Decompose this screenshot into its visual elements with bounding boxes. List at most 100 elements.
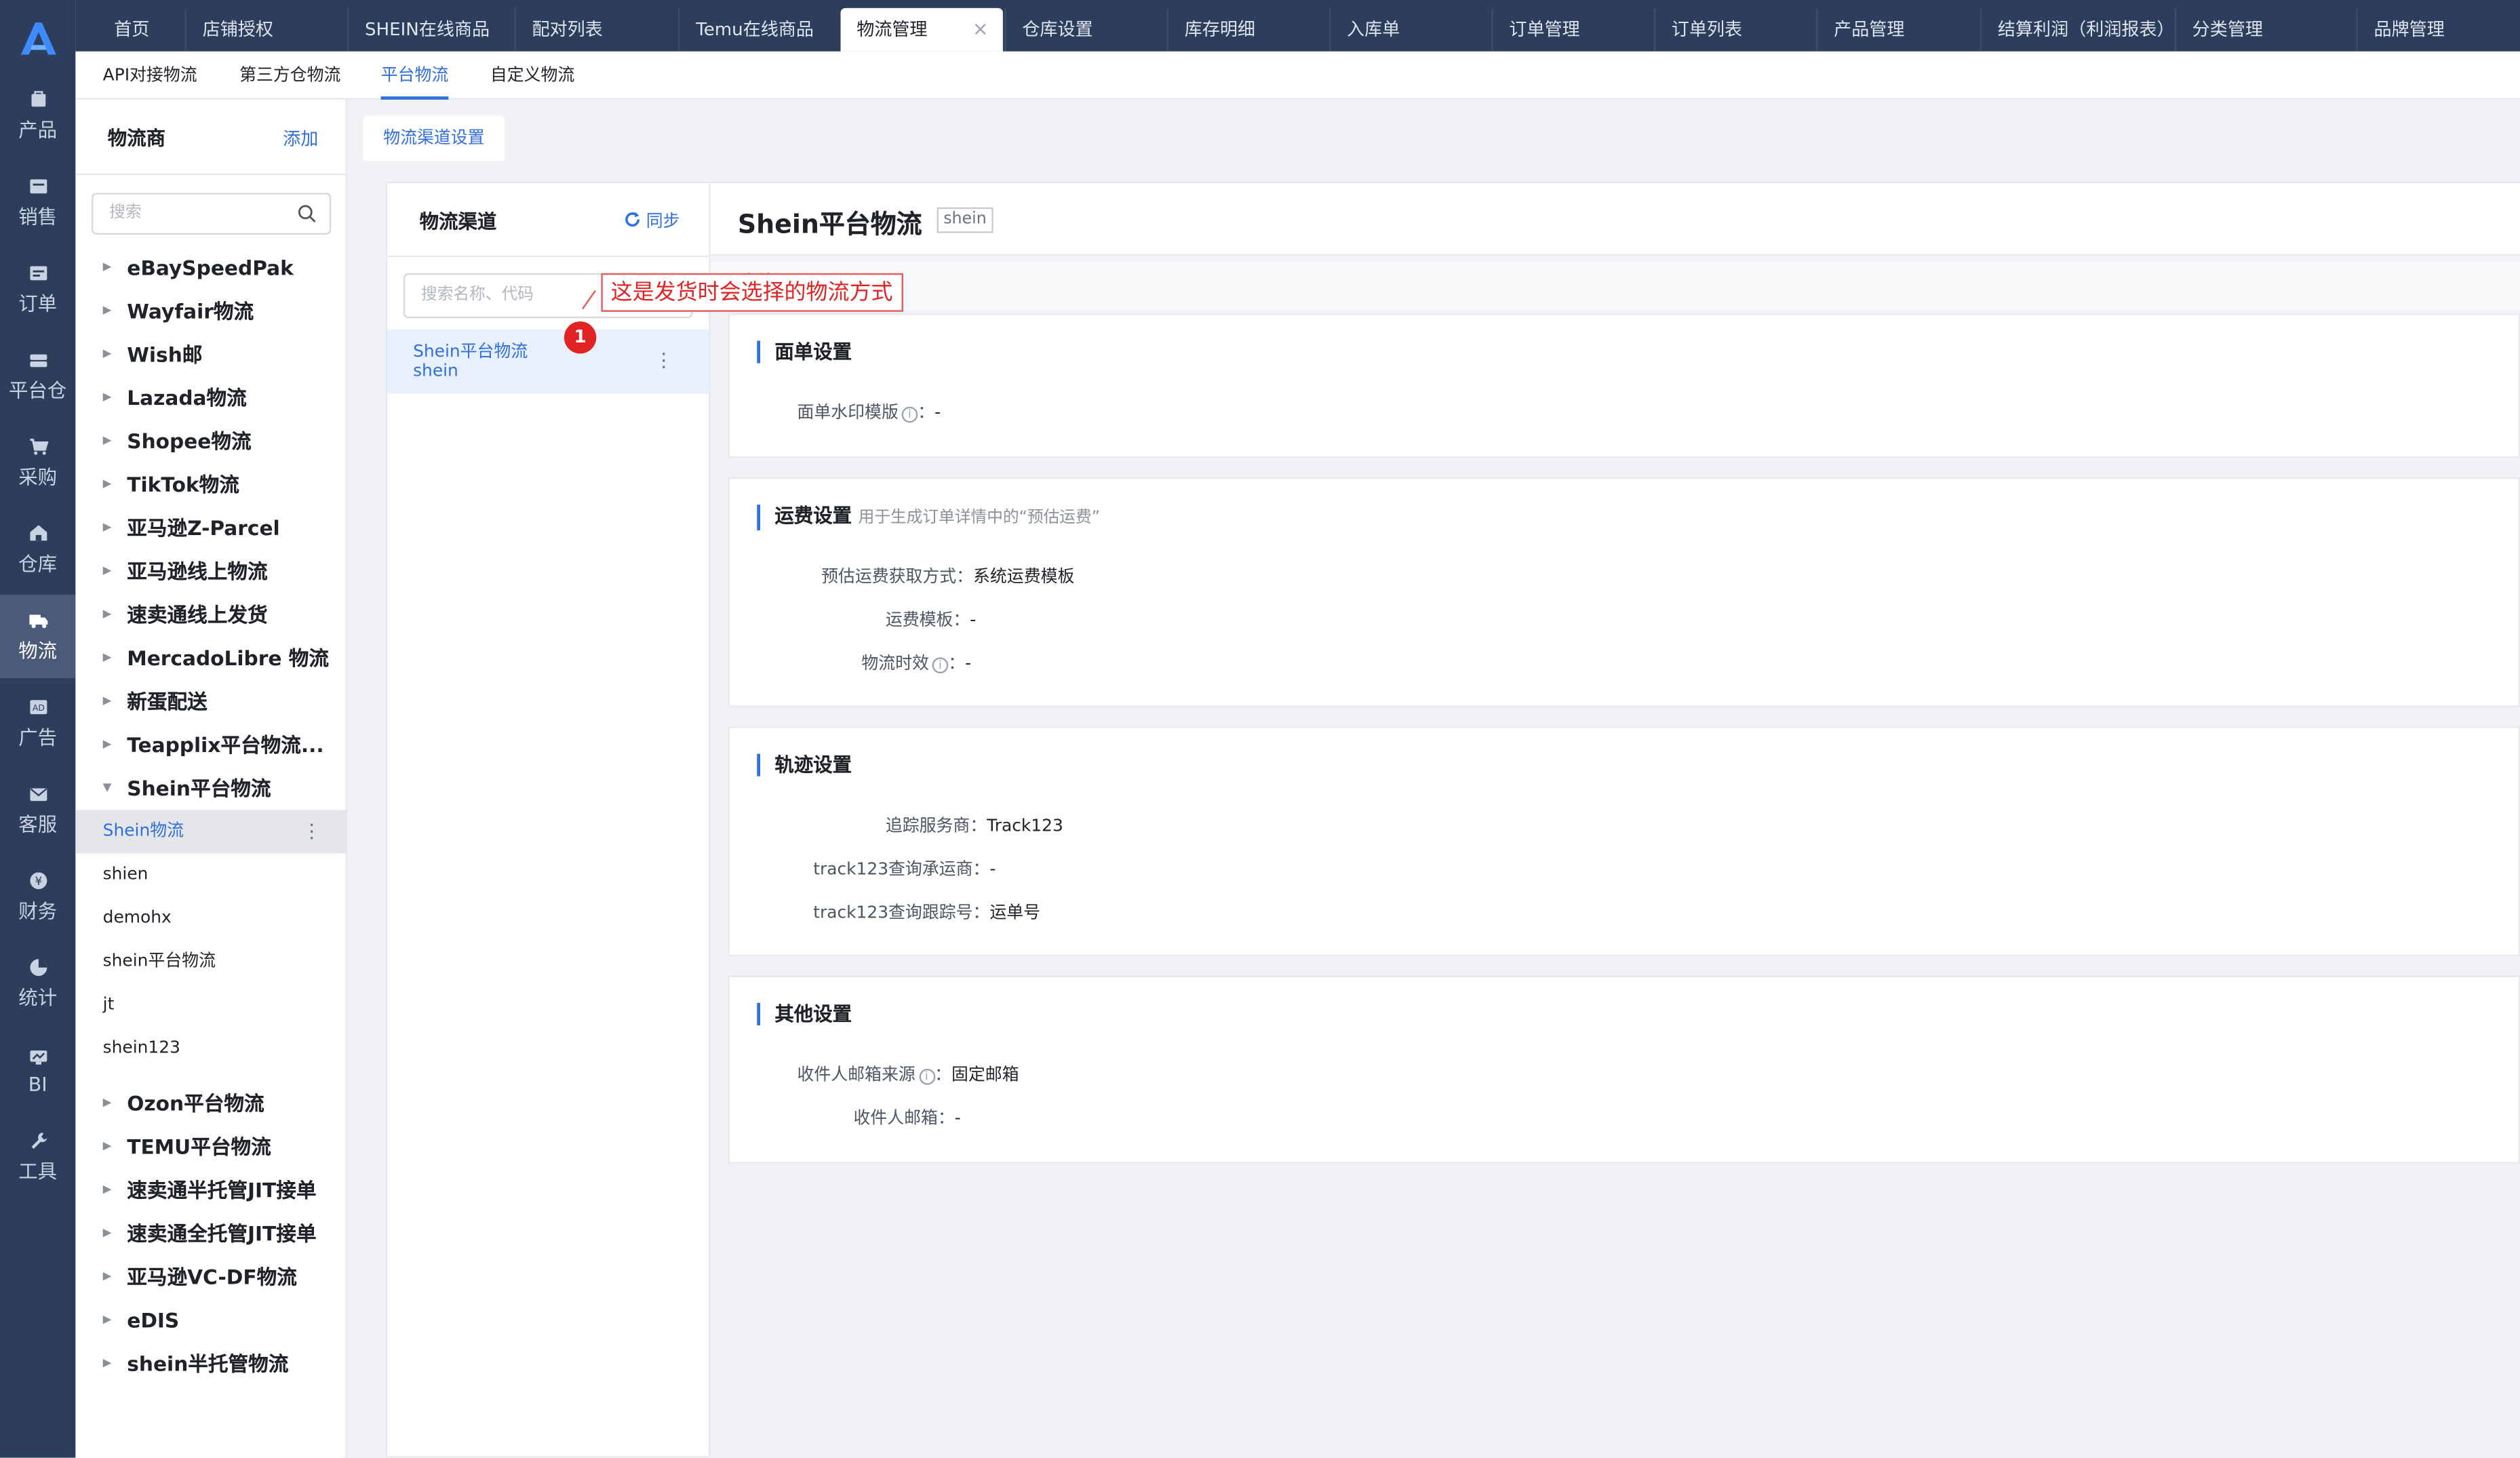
carrier-tree-item[interactable]: ▶ eBaySpeedPak: [75, 246, 347, 290]
rail-item[interactable]: 销售: [0, 161, 75, 244]
rail-item[interactable]: 客服: [0, 768, 75, 852]
channel-detail: Shein平台物流 shein 备注 面单设置 面单水印模版i：- 运费设置用于…: [710, 181, 2520, 1458]
top-tab-order-list[interactable]: 订单列表: [1653, 7, 1815, 52]
top-tab-shein-online[interactable]: SHEIN在线商品: [347, 7, 511, 52]
caret-right-icon[interactable]: ▶: [103, 376, 112, 420]
carrier-tree-item[interactable]: ▶ 新蛋配送: [75, 680, 347, 724]
more-vertical-icon[interactable]: ⋮: [302, 810, 321, 853]
carrier-tree-item[interactable]: ▶ Wayfair物流: [75, 290, 347, 333]
store-icon: [29, 179, 47, 194]
carrier-tree-item[interactable]: ▶ Shopee物流: [75, 420, 347, 463]
carrier-child-item[interactable]: shien: [75, 853, 347, 897]
carrier-tree-item[interactable]: ▶ eDIS: [75, 1299, 347, 1342]
carrier-tree-item[interactable]: ▶ TikTok物流: [75, 463, 347, 507]
carrier-tree-item[interactable]: ▶ shein半托管物流: [75, 1342, 347, 1385]
carrier-tree-item[interactable]: ▶ 速卖通全托管JIT接单: [75, 1212, 347, 1255]
rail-item-label: 产品: [18, 119, 58, 142]
carrier-tree-item[interactable]: ▶ 亚马逊VC-DF物流: [75, 1255, 347, 1299]
carrier-tree-item[interactable]: ▶ TEMU平台物流: [75, 1125, 347, 1168]
caret-right-icon[interactable]: ▶: [103, 1082, 112, 1125]
caret-right-icon[interactable]: ▶: [103, 333, 112, 376]
rail-item[interactable]: 物流: [0, 594, 76, 679]
carrier-tree-item[interactable]: ▶ 亚马逊线上物流: [75, 550, 347, 593]
carrier-tree-item[interactable]: ▶ Wish邮: [75, 333, 347, 376]
top-tab-category-mgmt[interactable]: 分类管理: [2174, 7, 2336, 52]
app-logo-icon[interactable]: [18, 19, 60, 58]
sub-tab-custom-logistics[interactable]: 自定义物流: [490, 52, 574, 100]
add-carrier-link[interactable]: 添加: [283, 125, 318, 151]
carrier-tree-item[interactable]: ▶ MercadoLibre 物流: [75, 637, 347, 680]
tab-close-icon[interactable]: ×: [972, 8, 989, 52]
carrier-child-label: shien: [102, 865, 149, 884]
bi-chart-icon: [29, 1049, 47, 1064]
carrier-search-input[interactable]: 搜索: [92, 193, 332, 235]
carrier-tree-item[interactable]: ▶ Teapplix平台物流...: [75, 724, 347, 767]
carrier-child-item[interactable]: shein123: [75, 1027, 347, 1070]
rail-item[interactable]: 仓库: [0, 508, 75, 591]
carrier-tree-item[interactable]: ▶ 速卖通半托管JIT接单: [75, 1168, 347, 1212]
top-tab-temu-online[interactable]: Temu在线商品: [678, 7, 839, 52]
top-tab-inbound[interactable]: 入库单: [1328, 7, 1490, 52]
top-tab-product-mgmt[interactable]: 产品管理: [1816, 7, 1977, 52]
sub-tab-third-party[interactable]: 第三方仓物流: [239, 52, 340, 100]
caret-right-icon[interactable]: ▶: [103, 593, 112, 637]
carrier-child-label: demohx: [102, 908, 172, 928]
caret-right-icon[interactable]: ▶: [103, 246, 112, 290]
caret-down-icon[interactable]: ▼: [103, 766, 112, 810]
rail-item[interactable]: 订单: [0, 248, 75, 331]
carrier-tree-item[interactable]: ▶ 速卖通线上发货: [75, 593, 347, 637]
carrier-tree-item[interactable]: ▶ Lazada物流: [75, 376, 347, 420]
top-tab-store-auth[interactable]: 店铺授权: [184, 7, 346, 52]
caret-right-icon[interactable]: ▶: [103, 1299, 112, 1342]
caret-right-icon[interactable]: ▶: [103, 637, 112, 680]
carrier-tree-item[interactable]: ▼ Shein平台物流: [75, 766, 347, 810]
caret-right-icon[interactable]: ▶: [103, 1125, 112, 1168]
top-tab-logistics[interactable]: 物流管理 ×: [840, 7, 1003, 52]
caret-right-icon[interactable]: ▶: [103, 507, 112, 550]
top-tab-pairing[interactable]: 配对列表: [514, 7, 675, 52]
caret-right-icon[interactable]: ▶: [103, 290, 112, 333]
carrier-child-item[interactable]: shein平台物流: [75, 940, 347, 983]
waybill-settings-card: 面单设置 面单水印模版 i ：-: [728, 313, 2520, 458]
channel-list-item[interactable]: Shein平台物流 shein ⋮: [387, 329, 709, 394]
rail-item[interactable]: 平台仓: [0, 334, 75, 418]
top-tab-profit-report[interactable]: 结算利润（利润报表）: [1980, 7, 2175, 52]
caret-right-icon[interactable]: ▶: [103, 1342, 112, 1385]
sub-tab-platform-logistics[interactable]: 平台物流: [380, 52, 449, 100]
tab-channel-settings[interactable]: 物流渠道设置: [363, 115, 505, 161]
caret-right-icon[interactable]: ▶: [103, 420, 112, 463]
caret-right-icon[interactable]: ▶: [103, 550, 112, 593]
info-icon[interactable]: i: [918, 1069, 935, 1085]
caret-right-icon[interactable]: ▶: [103, 680, 112, 724]
top-tab-warehouse-settings[interactable]: 仓库设置: [1004, 7, 1165, 52]
top-tab-brand-mgmt[interactable]: 品牌管理: [2356, 7, 2520, 52]
sync-button[interactable]: 同步: [623, 209, 680, 233]
top-tab-order-mgmt[interactable]: 订单管理: [1491, 7, 1652, 52]
caret-right-icon[interactable]: ▶: [103, 1212, 112, 1255]
caret-right-icon[interactable]: ▶: [103, 1255, 112, 1299]
carrier-tree-item[interactable]: ▶ Ozon平台物流: [75, 1082, 347, 1125]
info-icon[interactable]: i: [932, 657, 949, 674]
carrier-child-item[interactable]: demohx: [75, 897, 347, 940]
rail-item[interactable]: 产品: [0, 74, 75, 157]
caret-right-icon[interactable]: ▶: [103, 1168, 112, 1212]
rail-item[interactable]: 工具: [0, 1116, 75, 1199]
info-icon[interactable]: i: [901, 406, 918, 423]
rail-item[interactable]: 采购: [0, 421, 75, 505]
carrier-label: eBaySpeedPak: [127, 255, 294, 280]
channel-search-placeholder: 搜索名称、代码: [420, 285, 534, 304]
caret-right-icon[interactable]: ▶: [103, 463, 112, 507]
search-icon[interactable]: [297, 204, 316, 223]
rail-item[interactable]: ¥ 财务: [0, 855, 75, 939]
carrier-child-item[interactable]: jt: [75, 983, 347, 1027]
caret-right-icon[interactable]: ▶: [103, 724, 112, 767]
carrier-tree-item[interactable]: ▶ 亚马逊Z-Parcel: [75, 507, 347, 550]
carrier-label: Wish邮: [127, 342, 203, 367]
rail-item[interactable]: 统计: [0, 942, 75, 1025]
rail-item[interactable]: AD 广告: [0, 682, 75, 765]
rail-item[interactable]: BI: [0, 1029, 75, 1112]
sub-tab-api-logistics[interactable]: API对接物流: [103, 52, 197, 100]
carrier-child-item[interactable]: Shein物流 ⋮: [75, 810, 347, 854]
more-vertical-icon[interactable]: ⋮: [654, 349, 673, 371]
top-tab-stock-detail[interactable]: 库存明细: [1166, 7, 1328, 52]
